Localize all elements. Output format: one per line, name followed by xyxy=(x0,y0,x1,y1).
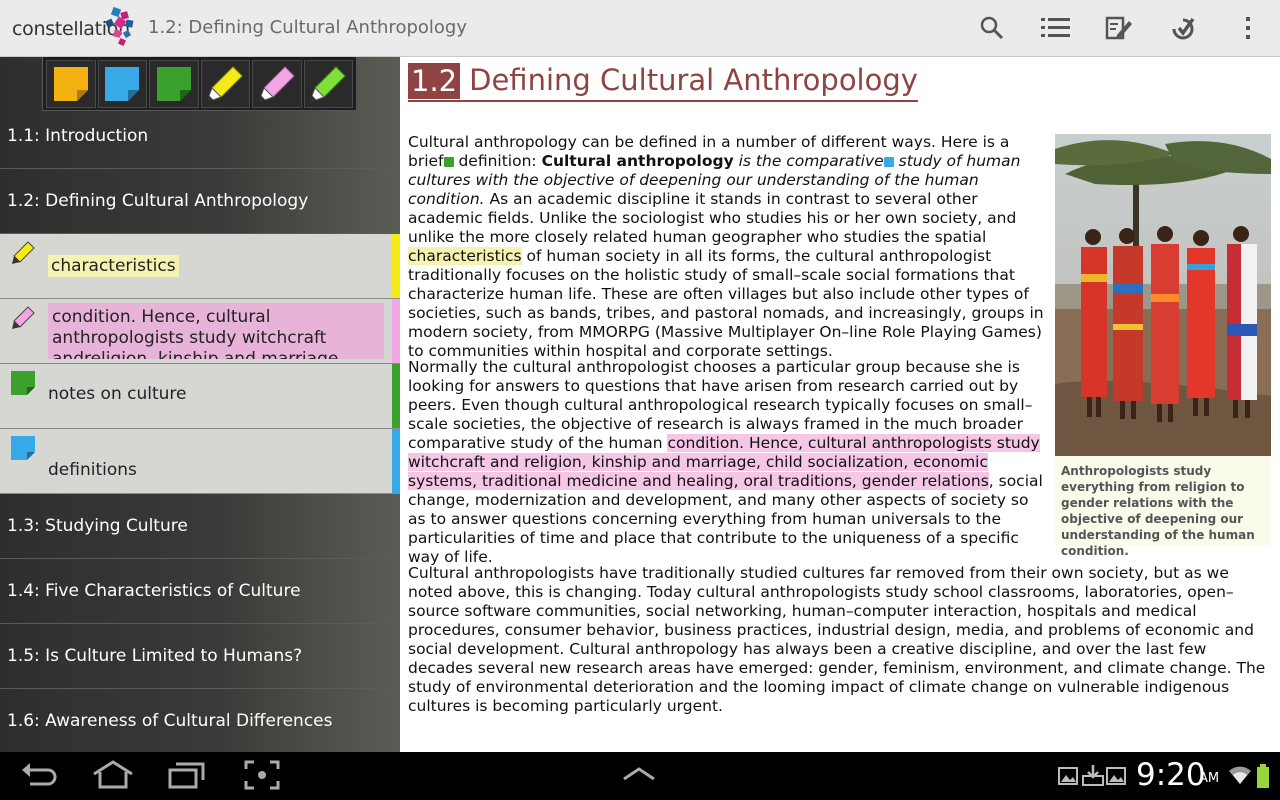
image-icon xyxy=(1106,767,1126,785)
annotation-item-notes-on-culture[interactable]: notes on culture xyxy=(0,364,400,429)
section-heading: 1.2 Defining Cultural Anthropology xyxy=(408,63,918,102)
sidebar-item-label: 1.3: Studying Culture xyxy=(7,516,188,536)
home-button[interactable] xyxy=(92,760,134,794)
paragraph-3[interactable]: Cultural anthropologists have traditiona… xyxy=(408,564,1274,716)
expand-button[interactable] xyxy=(622,766,656,786)
blue-note-tool[interactable] xyxy=(97,60,147,108)
clock-time: 9:20 xyxy=(1136,757,1206,793)
annotate-button[interactable] xyxy=(1101,10,1137,46)
figure[interactable]: Anthropologists study everything from re… xyxy=(1055,134,1271,558)
green-note-icon xyxy=(10,370,36,400)
edit-icon xyxy=(1105,16,1132,40)
home-icon xyxy=(93,760,133,789)
download-icon xyxy=(1082,765,1104,786)
sidebar-item-label: 1.5: Is Culture Limited to Humans? xyxy=(7,646,303,666)
sidebar-item-studying-culture[interactable]: 1.3: Studying Culture xyxy=(0,494,400,559)
green-highlighter-tool[interactable] xyxy=(303,60,353,108)
annotation-label: definitions xyxy=(48,460,137,480)
text: definition: xyxy=(453,152,542,170)
annotation-item-definitions[interactable]: definitions xyxy=(0,429,400,494)
blue-note-icon xyxy=(10,435,36,465)
highlighter-icon xyxy=(10,305,36,335)
annotation-label: condition. Hence, cultural anthropologis… xyxy=(48,303,384,359)
recent-apps-icon xyxy=(168,762,205,789)
action-bar: constellation 1.2: Defining Cultural Ant… xyxy=(0,0,1280,57)
clock-ampm: AM xyxy=(1199,771,1220,786)
yellow-note-tool[interactable] xyxy=(46,60,96,108)
sidebar-item-awareness[interactable]: 1.6: Awareness of Cultural Differences xyxy=(0,689,400,752)
sidebar-item-label: 1.6: Awareness of Cultural Differences xyxy=(7,711,333,731)
battery-icon xyxy=(1257,764,1269,788)
paragraph-2[interactable]: Normally the cultural anthropologist cho… xyxy=(408,358,1048,567)
image-icon xyxy=(1058,767,1078,785)
sync-icon xyxy=(1172,17,1195,40)
list-icon xyxy=(1041,18,1070,37)
annotation-label: characteristics xyxy=(48,255,179,277)
color-strip xyxy=(392,429,400,493)
figure-caption: Anthropologists study everything from re… xyxy=(1061,464,1255,558)
app-logo[interactable]: constellation xyxy=(12,6,136,48)
page-title: 1.2: Defining Cultural Anthropology xyxy=(148,17,467,38)
green-note-marker-icon[interactable] xyxy=(443,156,454,167)
overflow-icon xyxy=(1246,17,1250,39)
screenshot-icon xyxy=(244,760,280,790)
back-icon xyxy=(22,763,57,786)
search-icon xyxy=(980,16,1004,40)
highlighter-icon xyxy=(10,240,36,270)
color-strip xyxy=(392,299,400,363)
yellow-highlight[interactable]: characteristics xyxy=(408,247,522,265)
sidebar: 1.1: Introduction 1.2: Defining Cultural… xyxy=(0,57,400,752)
screenshot-button[interactable] xyxy=(244,760,280,794)
sync-button[interactable] xyxy=(1165,10,1201,46)
yellow-note-icon xyxy=(53,67,88,101)
green-note-icon xyxy=(156,67,191,101)
system-navbar: 9:20 AM xyxy=(0,752,1280,800)
toc-button[interactable] xyxy=(1038,10,1074,46)
chevron-up-icon xyxy=(623,767,655,781)
green-highlighter-icon xyxy=(310,66,346,102)
gallery-notification[interactable] xyxy=(1058,766,1078,790)
definition-text: is the comparative xyxy=(733,152,884,170)
section-title: Defining Cultural Anthropology xyxy=(469,63,918,97)
yellow-highlighter-icon xyxy=(207,66,243,102)
back-button[interactable] xyxy=(20,760,58,794)
blue-note-icon xyxy=(105,67,140,101)
paragraph-1[interactable]: Cultural anthropology can be defined in … xyxy=(408,133,1048,361)
section-number: 1.2 xyxy=(408,63,461,99)
overflow-menu-button[interactable] xyxy=(1230,10,1266,46)
text: As an academic discipline it stands in c… xyxy=(408,190,1017,246)
search-button[interactable] xyxy=(974,10,1010,46)
sidebar-item-defining-cultural-anthropology[interactable]: 1.2: Defining Cultural Anthropology xyxy=(0,169,400,234)
sidebar-item-introduction[interactable]: 1.1: Introduction xyxy=(0,104,400,169)
pink-highlighter-tool[interactable] xyxy=(252,60,302,108)
sidebar-item-five-characteristics[interactable]: 1.4: Five Characteristics of Culture xyxy=(0,559,400,624)
term: Cultural anthropology xyxy=(541,152,734,170)
yellow-highlighter-tool[interactable] xyxy=(200,60,250,108)
color-strip xyxy=(392,234,400,298)
pink-highlighter-icon xyxy=(258,66,295,102)
recent-apps-button[interactable] xyxy=(168,760,206,794)
green-note-tool[interactable] xyxy=(149,60,199,108)
sidebar-item-label: 1.2: Defining Cultural Anthropology xyxy=(7,191,309,211)
blue-note-marker-icon[interactable] xyxy=(883,156,894,167)
battery-status xyxy=(1257,764,1269,792)
download-notification[interactable] xyxy=(1082,764,1104,790)
wifi-icon xyxy=(1229,766,1251,784)
maasai-women-photo xyxy=(1055,134,1271,456)
annotation-item-characteristics[interactable]: characteristics xyxy=(0,234,400,299)
annotation-toolbar xyxy=(42,57,357,111)
annotation-label: notes on culture xyxy=(48,384,187,404)
gallery-notification-2[interactable] xyxy=(1106,766,1126,790)
reader-content: 1.2 Defining Cultural Anthropology Cultu… xyxy=(400,57,1280,752)
color-strip xyxy=(392,364,400,428)
sidebar-item-label: 1.4: Five Characteristics of Culture xyxy=(7,581,301,601)
constellation-logo-icon xyxy=(105,6,134,46)
annotation-item-condition[interactable]: condition. Hence, cultural anthropologis… xyxy=(0,299,400,364)
sidebar-item-label: 1.1: Introduction xyxy=(7,126,149,146)
wifi-status xyxy=(1228,764,1252,790)
sidebar-item-culture-limited[interactable]: 1.5: Is Culture Limited to Humans? xyxy=(0,624,400,689)
